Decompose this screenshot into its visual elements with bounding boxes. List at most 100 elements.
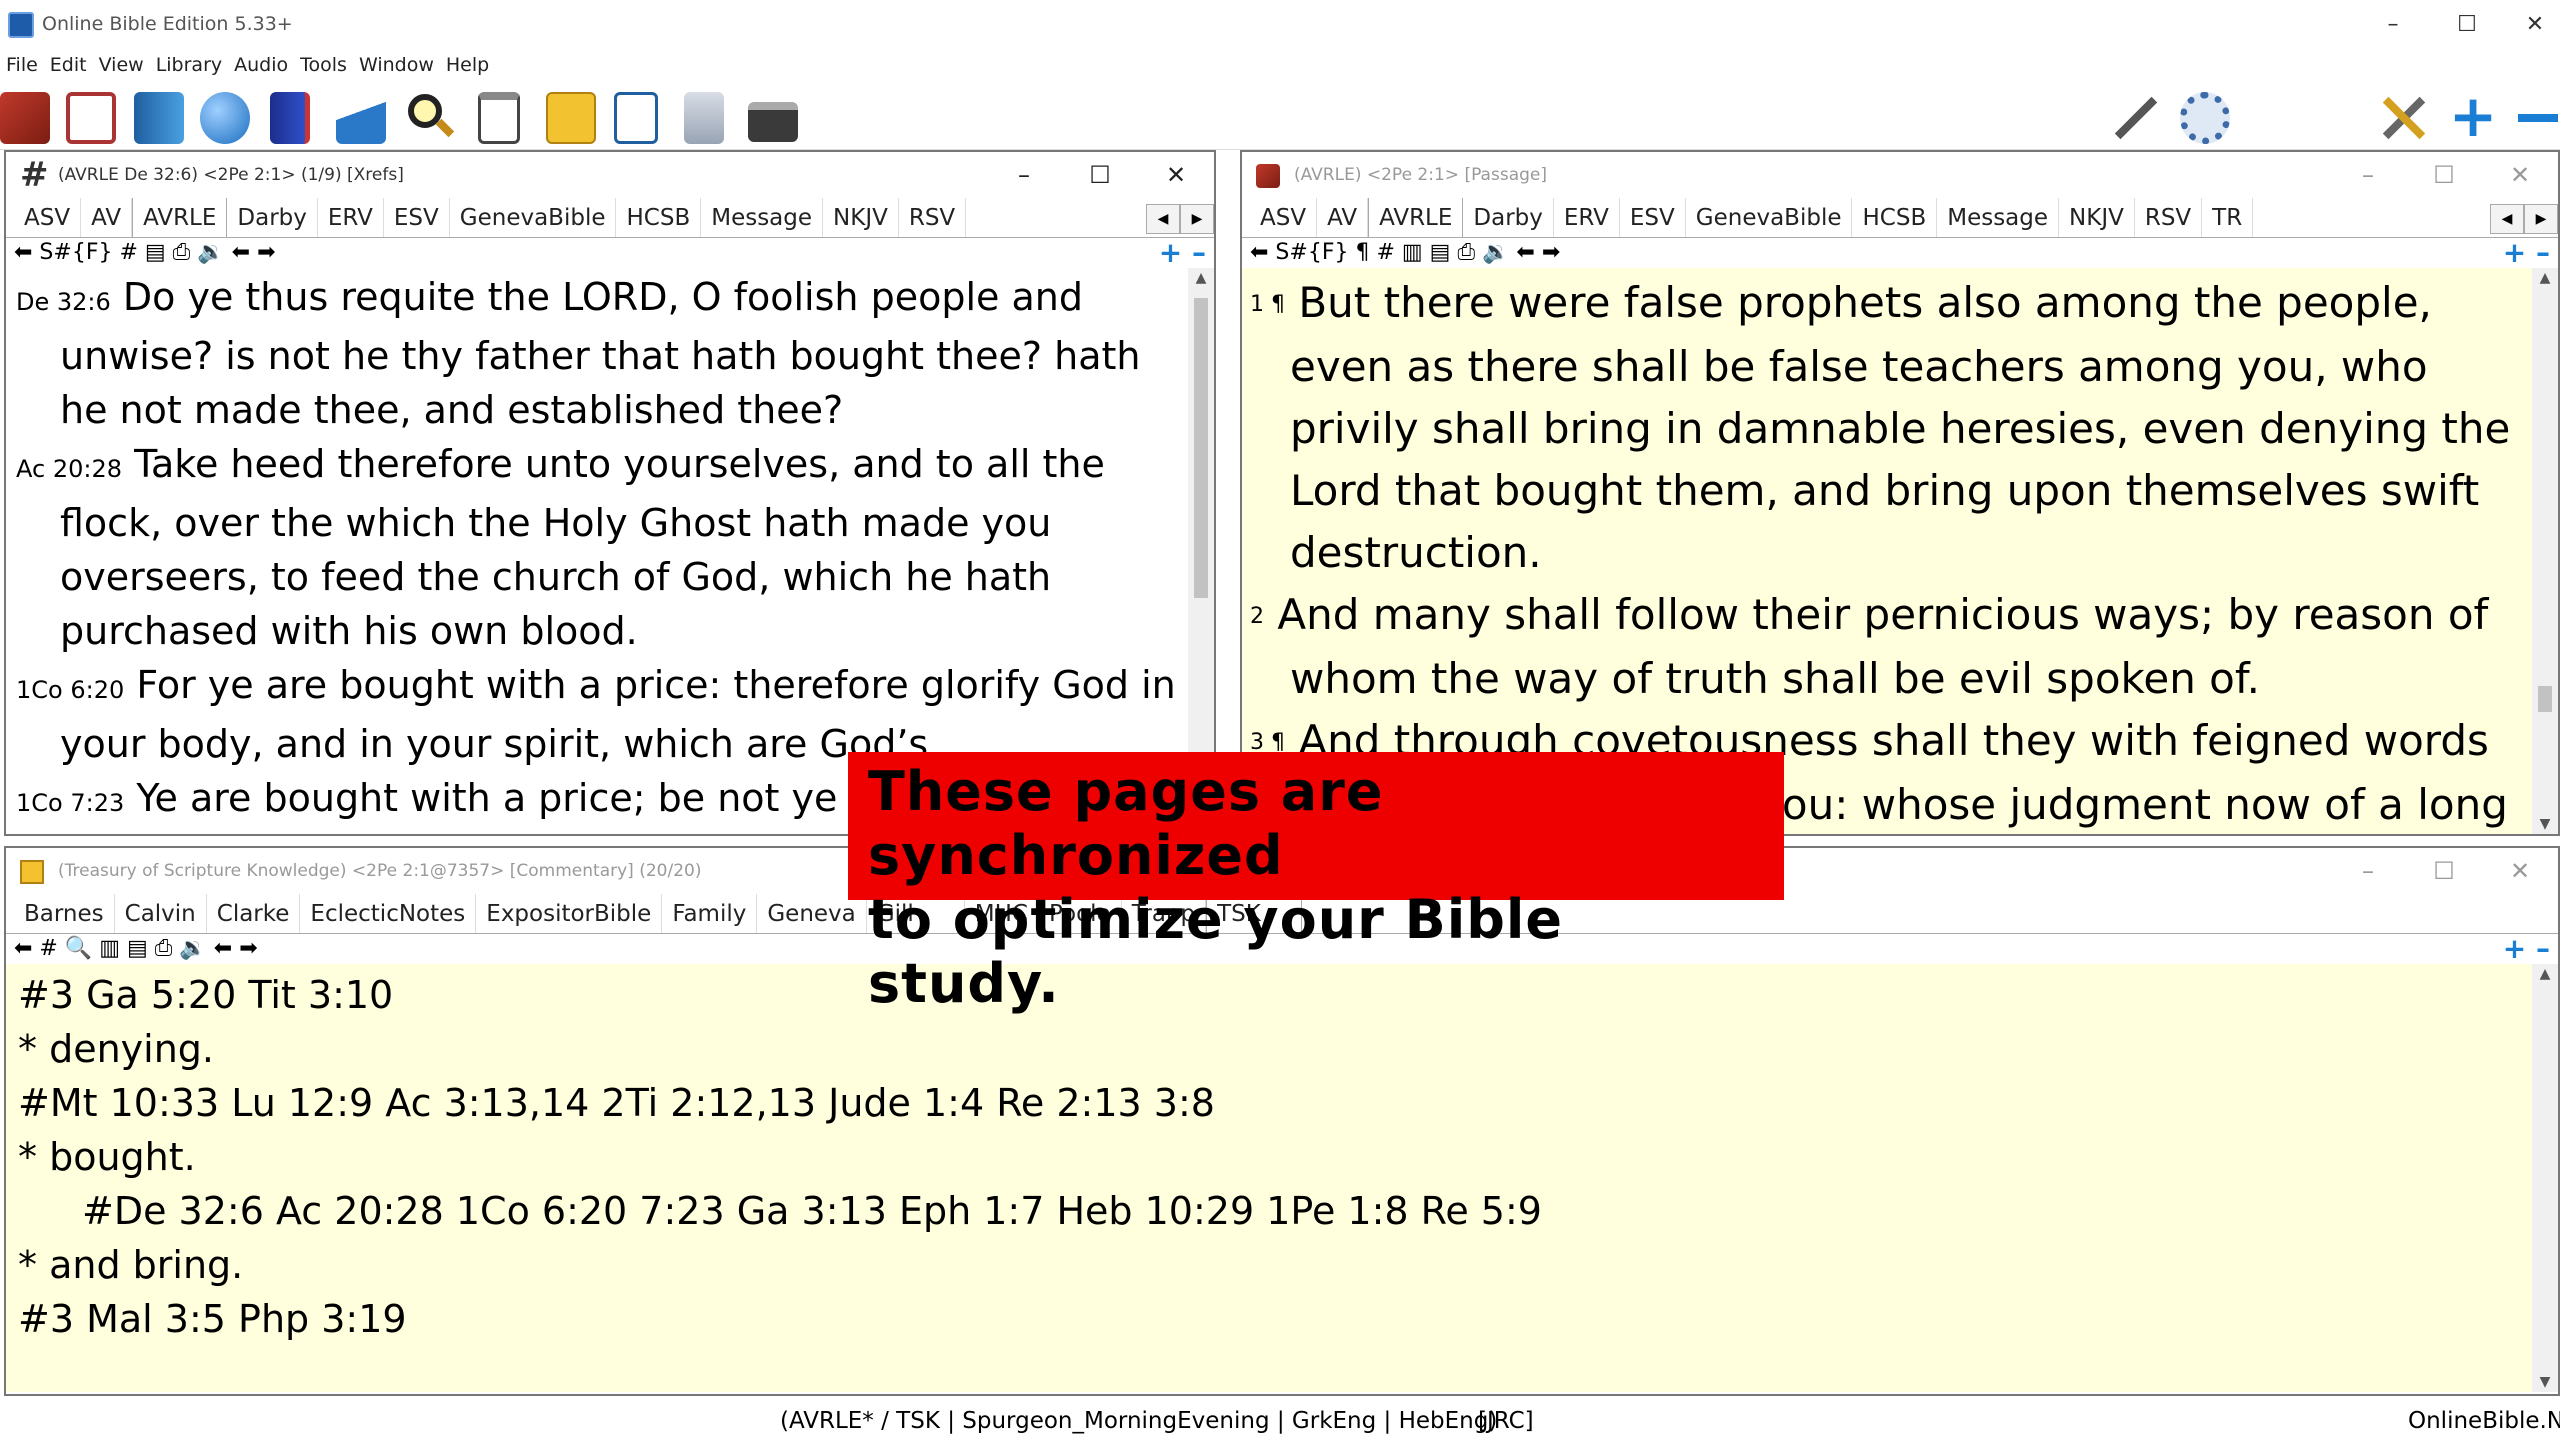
commentary-close-button[interactable]: ✕ xyxy=(2482,848,2558,894)
commentary-minimize-button[interactable]: – xyxy=(2330,848,2406,894)
tab-tr[interactable]: TR xyxy=(2202,198,2254,237)
tab-asv[interactable]: ASV xyxy=(1250,198,1318,237)
menu-tools[interactable]: Tools xyxy=(294,52,353,78)
tab-nkjv[interactable]: NKJV xyxy=(2059,198,2135,237)
xrefs-window-buttons: – ☐ ✕ xyxy=(986,152,1214,198)
scroll-up-icon[interactable]: ▲ xyxy=(1188,270,1214,286)
tab-clarke[interactable]: Clarke xyxy=(207,894,301,933)
tab-geneva[interactable]: Geneva xyxy=(757,894,867,933)
xrefs-plus-minus[interactable]: + – xyxy=(1159,238,1206,268)
close-button[interactable]: ✕ xyxy=(2500,0,2560,50)
passage-plus-minus[interactable]: + – xyxy=(2503,238,2550,268)
xrefs-minimize-button[interactable]: – xyxy=(986,152,1062,198)
bible-book-icon[interactable] xyxy=(0,92,50,144)
commentary-line[interactable]: #3 Mal 3:5 Php 3:19 xyxy=(6,1292,2558,1346)
tab-esv[interactable]: ESV xyxy=(1620,198,1686,237)
tab-hcsb[interactable]: HCSB xyxy=(616,198,702,237)
commentary-scrollbar[interactable]: ▲ ▼ xyxy=(2532,964,2558,1392)
scroll-up-icon[interactable]: ▲ xyxy=(2532,270,2558,286)
xrefs-tool-icons[interactable]: ⬅ S#{F} # ▤ ⎙ 🔉 ⬅ ➡ xyxy=(14,240,276,265)
commentary-line[interactable]: #De 32:6 Ac 20:28 1Co 6:20 7:23 Ga 3:13 … xyxy=(6,1184,2558,1238)
xrefs-pane-title-bar: # (AVRLE De 32:6) <2Pe 2:1> (1/9) [Xrefs… xyxy=(6,152,1214,198)
tab-nkjv[interactable]: NKJV xyxy=(823,198,899,237)
tab-rsv[interactable]: RSV xyxy=(2135,198,2203,237)
scroll-up-icon[interactable]: ▲ xyxy=(2532,966,2558,982)
tab-scroll-left[interactable]: ◀ xyxy=(1146,204,1180,234)
tab-avrle[interactable]: AVRLE xyxy=(1368,198,1464,237)
tab-esv[interactable]: ESV xyxy=(384,198,450,237)
print-icon[interactable] xyxy=(748,102,798,142)
tab-expositorbible[interactable]: ExpositorBible xyxy=(476,894,663,933)
verse-ref[interactable]: 1Co 6:20 xyxy=(16,676,124,704)
verse-ref[interactable]: Ac 20:28 xyxy=(16,455,122,483)
xrefs-close-button[interactable]: ✕ xyxy=(1138,152,1214,198)
tab-erv[interactable]: ERV xyxy=(1554,198,1620,237)
globe-icon[interactable] xyxy=(200,92,250,144)
scroll-down-icon[interactable]: ▼ xyxy=(2532,1374,2558,1390)
minimize-button[interactable]: – xyxy=(2358,0,2428,50)
notes-icon[interactable] xyxy=(546,92,596,144)
passage-close-button[interactable]: ✕ xyxy=(2482,152,2558,198)
tab-scroll-left[interactable]: ◀ xyxy=(2490,204,2524,234)
passage-maximize-button[interactable]: ☐ xyxy=(2406,152,2482,198)
notebook-icon[interactable] xyxy=(66,92,116,144)
menu-view[interactable]: View xyxy=(93,52,150,78)
commentary-content: #3 Ga 5:20 Tit 3:10 * denying. #Mt 10:33… xyxy=(6,964,2558,1392)
scroll-thumb[interactable] xyxy=(1194,298,1208,598)
tab-avrle[interactable]: AVRLE xyxy=(132,198,228,237)
clipboard-icon[interactable] xyxy=(478,92,520,144)
search-icon[interactable] xyxy=(404,92,455,144)
blue-book-icon[interactable] xyxy=(134,92,184,144)
commentary-maximize-button[interactable]: ☐ xyxy=(2406,848,2482,894)
xrefs-scrollbar[interactable]: ▲ xyxy=(1188,268,1214,834)
tab-genevabible[interactable]: GenevaBible xyxy=(450,198,617,237)
tab-scroll-right[interactable]: ▶ xyxy=(2524,204,2558,234)
tab-hcsb[interactable]: HCSB xyxy=(1852,198,1938,237)
edit-icon[interactable] xyxy=(614,92,658,144)
menu-edit[interactable]: Edit xyxy=(44,52,93,78)
tab-erv[interactable]: ERV xyxy=(318,198,384,237)
minus-icon[interactable] xyxy=(2512,92,2560,144)
xrefs-maximize-button[interactable]: ☐ xyxy=(1062,152,1138,198)
menu-library[interactable]: Library xyxy=(150,52,228,78)
commentary-tool-icons[interactable]: ⬅ # 🔍 ▥ ▤ ⎙ 🔉 ⬅ ➡ xyxy=(14,936,258,961)
xrefs-pane-title: (AVRLE De 32:6) <2Pe 2:1> (1/9) [Xrefs] xyxy=(58,165,404,185)
tab-av[interactable]: AV xyxy=(1317,198,1369,237)
tab-av[interactable]: AV xyxy=(81,198,133,237)
commentary-plus-minus[interactable]: + – xyxy=(2503,934,2550,964)
tab-asv[interactable]: ASV xyxy=(14,198,82,237)
wrench-icon[interactable] xyxy=(2110,92,2160,144)
passage-tool-icons[interactable]: ⬅ S#{F} ¶ # ▥ ▤ ⎙ 🔉 ⬅ ➡ xyxy=(1250,240,1560,265)
tab-message[interactable]: Message xyxy=(1937,198,2060,237)
gear-icon[interactable] xyxy=(2180,92,2230,144)
read-icon[interactable] xyxy=(336,92,386,144)
tab-darby[interactable]: Darby xyxy=(1463,198,1554,237)
tab-calvin[interactable]: Calvin xyxy=(115,894,207,933)
tab-barnes[interactable]: Barnes xyxy=(14,894,115,933)
menu-help[interactable]: Help xyxy=(440,52,495,78)
passage-minimize-button[interactable]: – xyxy=(2330,152,2406,198)
verse-number[interactable]: 2 xyxy=(1250,604,1264,629)
tools-icon[interactable] xyxy=(2378,92,2428,144)
verse-ref[interactable]: De 32:6 xyxy=(16,288,111,316)
maximize-button[interactable]: ☐ xyxy=(2432,0,2502,50)
menu-file[interactable]: File xyxy=(0,52,44,78)
scroll-thumb[interactable] xyxy=(2538,686,2552,712)
tab-family[interactable]: Family xyxy=(662,894,758,933)
plus-icon[interactable]: + xyxy=(2448,87,2498,145)
scroll-down-icon[interactable]: ▼ xyxy=(2532,816,2558,832)
tab-message[interactable]: Message xyxy=(701,198,824,237)
tab-scroll-right[interactable]: ▶ xyxy=(1180,204,1214,234)
verse-number[interactable]: 1 ¶ xyxy=(1250,292,1285,317)
commentary-line[interactable]: #Mt 10:33 Lu 12:9 Ac 3:13,14 2Ti 2:12,13… xyxy=(6,1076,2558,1130)
tab-darby[interactable]: Darby xyxy=(227,198,318,237)
scroll-icon[interactable] xyxy=(684,92,724,144)
dictionary-icon[interactable] xyxy=(270,92,310,144)
menu-audio[interactable]: Audio xyxy=(228,52,294,78)
tab-rsv[interactable]: RSV xyxy=(899,198,967,237)
tab-genevabible[interactable]: GenevaBible xyxy=(1686,198,1853,237)
verse-ref[interactable]: 1Co 7:23 xyxy=(16,789,124,817)
menu-window[interactable]: Window xyxy=(353,52,440,78)
passage-scrollbar[interactable]: ▲ ▼ xyxy=(2532,268,2558,834)
tab-eclecticnotes[interactable]: EclecticNotes xyxy=(300,894,477,933)
